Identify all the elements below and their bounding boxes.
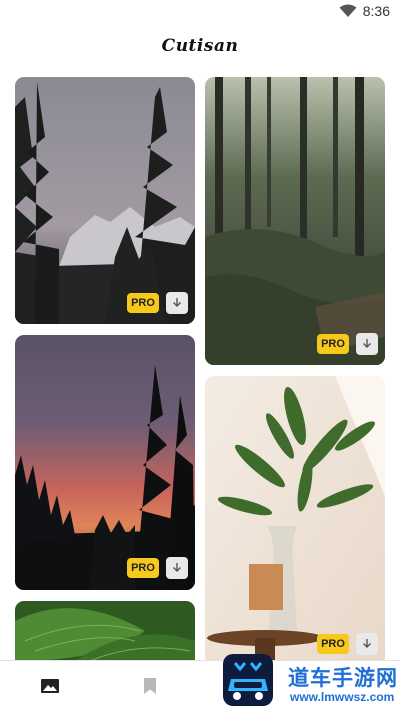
download-button[interactable] [166, 292, 188, 314]
nav-bookmarks[interactable] [120, 661, 180, 710]
pro-badge: PRO [317, 634, 349, 654]
watermark-url: www.lmwwsz.com [290, 690, 395, 704]
image-icon [41, 679, 59, 693]
wallpaper-card-sunset-trees[interactable]: PRO [15, 335, 195, 590]
pro-badge: PRO [317, 334, 349, 354]
nav-wallpapers[interactable] [20, 661, 80, 710]
download-icon [363, 639, 371, 648]
watermark-title: 道车手游网 [288, 666, 398, 690]
download-button[interactable] [356, 333, 378, 355]
wallpaper-card-forest-trail[interactable]: PRO [205, 77, 385, 365]
pro-badge: PRO [127, 293, 159, 313]
download-icon [363, 339, 371, 348]
download-icon [173, 298, 181, 307]
wallpaper-card-dusk-pines[interactable]: PRO [15, 77, 195, 324]
download-button[interactable] [356, 633, 378, 655]
watermark-logo [223, 654, 273, 706]
wallpaper-card-green-leaves[interactable] [15, 601, 195, 660]
wallpaper-image [15, 77, 195, 324]
wallpaper-image [205, 376, 385, 660]
download-icon [173, 563, 181, 572]
app-title: Cutisan [161, 36, 239, 56]
wallpaper-card-plant-bottle[interactable]: PRO [205, 376, 385, 660]
pro-badge: PRO [127, 558, 159, 578]
bookmark-icon [144, 678, 156, 694]
wallpaper-image [15, 601, 195, 660]
download-button[interactable] [166, 557, 188, 579]
wallpaper-feed[interactable]: Cutisan PRO PRO PRO PRO [0, 0, 400, 660]
wallpaper-image [205, 77, 385, 365]
wallpaper-image [15, 335, 195, 590]
